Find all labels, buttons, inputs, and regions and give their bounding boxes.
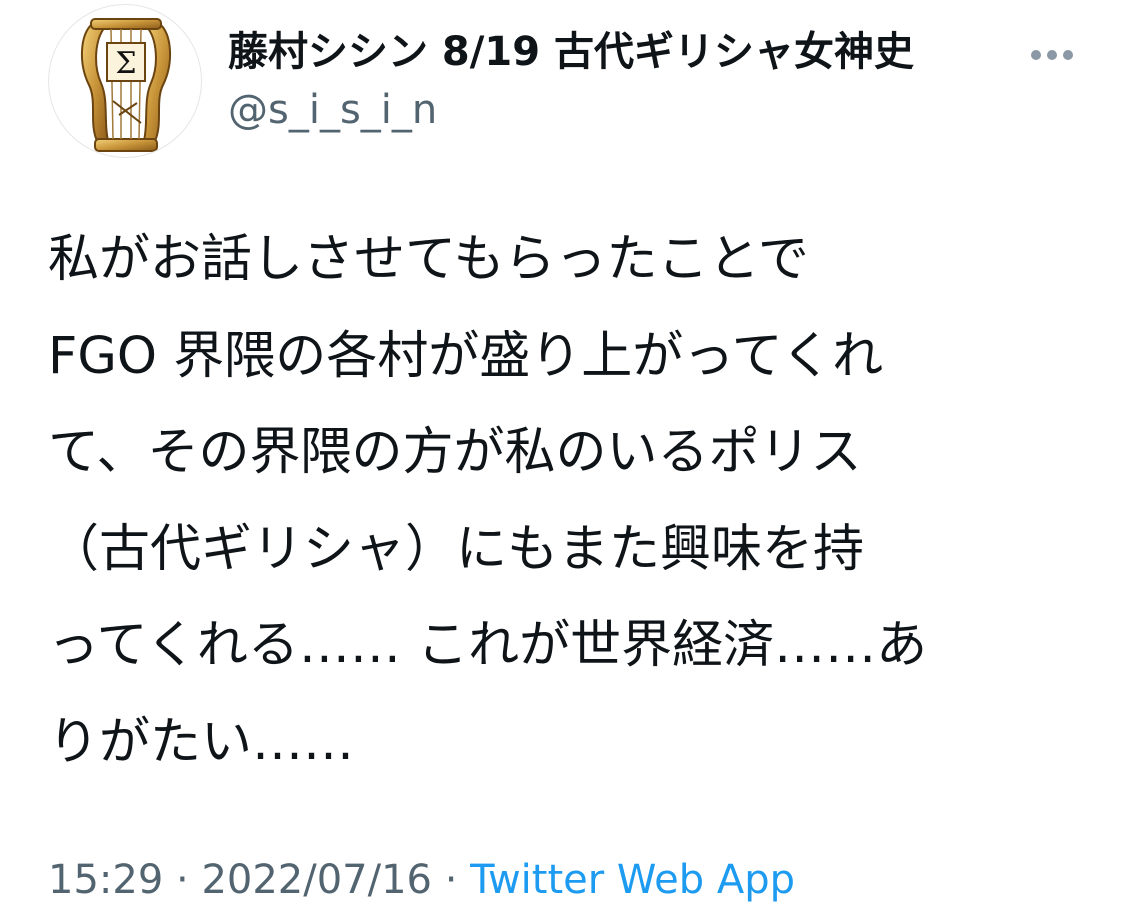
- meta-separator: ·: [163, 857, 202, 903]
- tweet-source-link[interactable]: Twitter Web App: [470, 857, 795, 903]
- tweet-text-line: ってくれる…… これが世界経済……あ: [48, 616, 928, 675]
- meta-separator: ·: [431, 857, 471, 903]
- more-options-button[interactable]: [1022, 30, 1082, 80]
- author-handle[interactable]: @s_i_s_i_n: [228, 82, 1028, 138]
- avatar[interactable]: Σ: [48, 4, 202, 158]
- tweet-time[interactable]: 15:29: [48, 857, 163, 903]
- tweet-text-line: りがたい……: [48, 712, 355, 772]
- author-block: 藤村シシン 8/19 古代ギリシャ女神史 @s_i_s_i_n: [228, 22, 1028, 138]
- svg-text:Σ: Σ: [115, 46, 136, 81]
- tweet-text-line: （古代ギリシャ）にもまた興味を持: [48, 519, 865, 579]
- tweet: Σ 藤村シシン 8/19 古代ギリシャ女神史 @s_i_s_i_n 私がお話しさ…: [0, 0, 1125, 923]
- tweet-metadata: 15:29 · 2022/07/16 · Twitter Web App: [48, 850, 795, 910]
- tweet-text-line: FGO 界隈の各村が盛り上がってくれ: [48, 326, 884, 386]
- tweet-text: 私がお話しさせてもらったことで FGO 界隈の各村が盛り上がってくれ て、その界…: [48, 212, 1088, 791]
- lyre-sigma-icon: Σ: [80, 18, 172, 152]
- tweet-text-line: 私がお話しさせてもらったことで: [48, 230, 809, 289]
- author-display-name[interactable]: 藤村シシン 8/19 古代ギリシャ女神史: [228, 22, 1028, 82]
- more-horizontal-icon: [1031, 50, 1073, 60]
- tweet-text-line: て、その界隈の方が私のいるポリス: [48, 423, 862, 482]
- tweet-date[interactable]: 2022/07/16: [201, 857, 432, 903]
